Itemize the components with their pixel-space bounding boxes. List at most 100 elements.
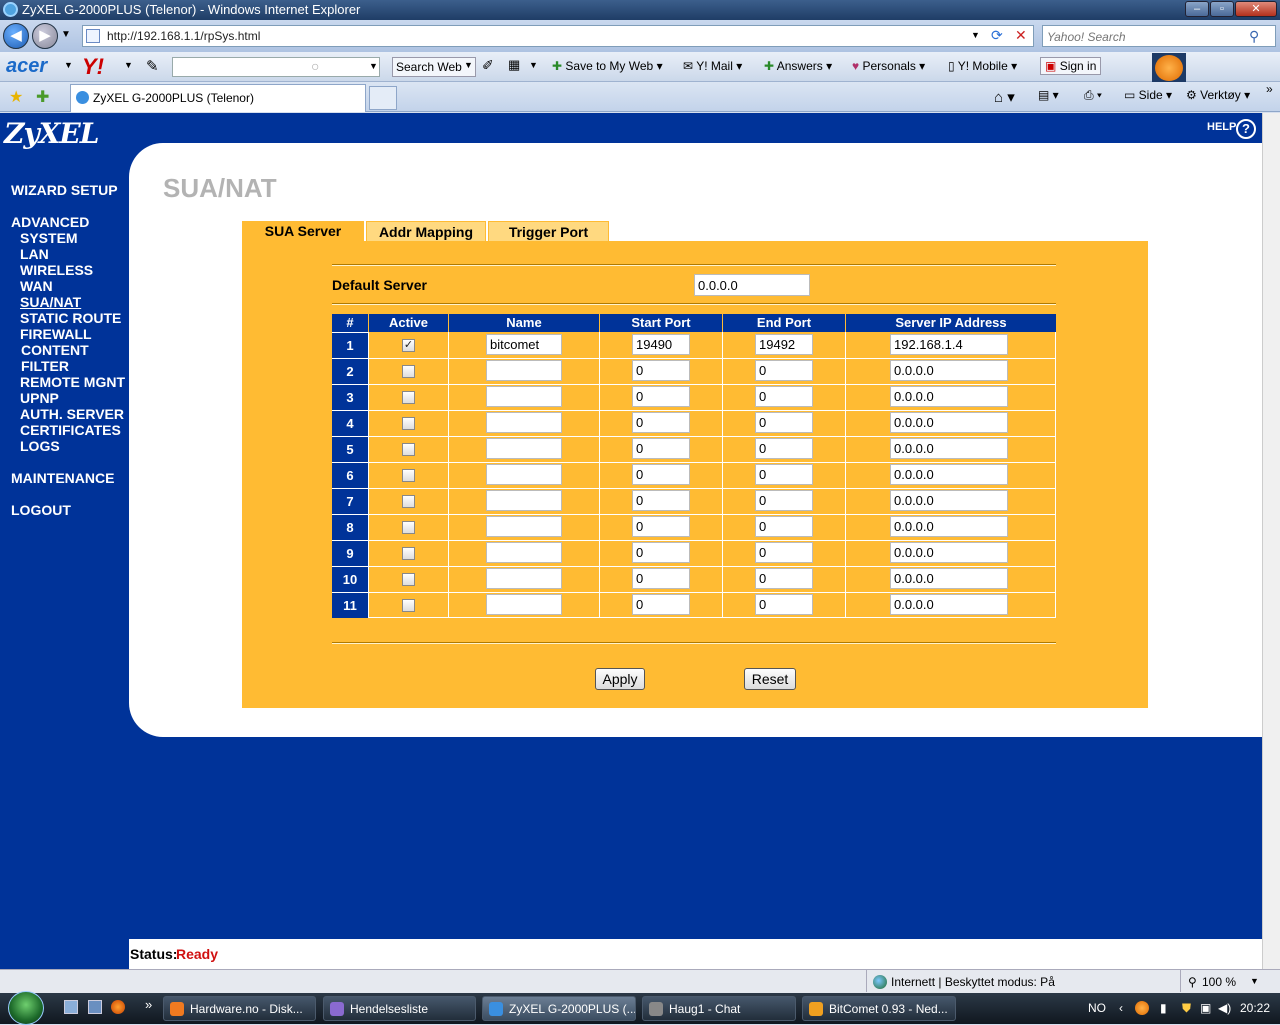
menu-auth-server[interactable]: AUTH. SERVER (20, 406, 124, 422)
refresh-icon[interactable]: ⟳ (991, 27, 1003, 44)
name-input[interactable] (486, 412, 562, 433)
search-dropdown-icon[interactable]: ▼ (369, 61, 378, 71)
server-ip-input[interactable] (890, 542, 1008, 563)
yahoo-search-box[interactable]: ⚲ (1042, 25, 1276, 47)
server-ip-input[interactable] (890, 568, 1008, 589)
end-port-input[interactable] (755, 360, 813, 381)
server-ip-input[interactable] (890, 464, 1008, 485)
page-menu-button[interactable]: ▭ Side ▾ (1124, 88, 1172, 102)
zoom-icon[interactable]: ⚲ (1188, 975, 1197, 989)
end-port-input[interactable] (755, 516, 813, 537)
yahoo-search-input[interactable] (1047, 28, 1247, 46)
active-checkbox[interactable] (402, 365, 415, 378)
name-input[interactable] (486, 464, 562, 485)
menu-remote-mgnt[interactable]: REMOTE MGNT (20, 374, 125, 390)
menu-upnp[interactable]: UPNP (20, 390, 59, 406)
zoom-level[interactable]: 100 % (1202, 975, 1236, 989)
favorites-star-icon[interactable]: ★ (9, 87, 23, 107)
yahoo-dropdown-icon[interactable]: ▼ (124, 60, 133, 70)
active-checkbox[interactable] (402, 599, 415, 612)
calendar-icon[interactable]: ▦ (508, 57, 520, 73)
name-input[interactable] (486, 594, 562, 615)
search-web-dropdown-icon[interactable]: ▼ (464, 60, 473, 70)
active-checkbox[interactable]: ✓ (402, 339, 415, 352)
chevron-icon[interactable]: » (1266, 82, 1273, 96)
taskbar-button[interactable]: Haug1 - Chat (642, 996, 796, 1021)
active-checkbox[interactable] (402, 495, 415, 508)
name-input[interactable] (486, 542, 562, 563)
taskbar-button[interactable]: BitComet 0.93 - Ned... (802, 996, 956, 1021)
help-icon[interactable]: ? (1236, 119, 1256, 139)
forward-button[interactable]: ▶ (32, 23, 58, 49)
menu-system[interactable]: SYSTEM (20, 230, 78, 246)
tools-menu-button[interactable]: ⚙ Verktøy ▾ (1186, 88, 1250, 102)
start-port-input[interactable] (632, 412, 690, 433)
menu-maintenance[interactable]: MAINTENANCE (11, 470, 114, 486)
language-indicator[interactable]: NO (1088, 1001, 1106, 1015)
calendar-dropdown-icon[interactable]: ▼ (529, 60, 538, 70)
menu-static-route[interactable]: STATIC ROUTE (20, 310, 121, 326)
server-ip-input[interactable] (890, 490, 1008, 511)
start-port-input[interactable] (632, 464, 690, 485)
sign-in-button[interactable]: ▣ Sign in (1040, 57, 1102, 75)
menu-firewall[interactable]: FIREWALL (20, 326, 92, 342)
name-input[interactable] (486, 360, 562, 381)
tray-expand-icon[interactable]: ‹ (1119, 1001, 1123, 1015)
taskbar-button[interactable]: ZyXEL G-2000PLUS (... (482, 996, 636, 1021)
name-input[interactable] (486, 334, 562, 355)
stop-icon[interactable]: ✕ (1015, 27, 1027, 44)
menu-certificates[interactable]: CERTIFICATES (20, 422, 121, 438)
ymail-button[interactable]: ✉ Y! Mail ▾ (683, 59, 742, 73)
active-checkbox[interactable] (402, 391, 415, 404)
pencil-icon[interactable]: ✎ (146, 57, 159, 75)
start-port-input[interactable] (632, 568, 690, 589)
end-port-input[interactable] (755, 542, 813, 563)
acer-logo[interactable]: acer (6, 55, 47, 78)
end-port-input[interactable] (755, 438, 813, 459)
tab-trigger-port[interactable]: Trigger Port (488, 221, 609, 241)
start-port-input[interactable] (632, 516, 690, 537)
server-ip-input[interactable] (890, 412, 1008, 433)
maximize-button[interactable]: ▫ (1210, 1, 1234, 17)
active-checkbox[interactable] (402, 417, 415, 430)
start-port-input[interactable] (632, 360, 690, 381)
help-link[interactable]: HELP (1207, 121, 1236, 133)
address-bar[interactable]: http://192.168.1.1/rpSys.html ▼ ⟳ ✕ (82, 25, 1034, 47)
server-ip-input[interactable] (890, 516, 1008, 537)
menu-logs[interactable]: LOGS (20, 438, 60, 454)
server-ip-input[interactable] (890, 386, 1008, 407)
menu-lan[interactable]: LAN (20, 246, 49, 262)
active-checkbox[interactable] (402, 469, 415, 482)
taskbar-button[interactable]: Hardware.no - Disk... (163, 996, 316, 1021)
name-input[interactable] (486, 516, 562, 537)
clock[interactable]: 20:22 (1240, 1001, 1270, 1015)
yahoo-logo[interactable]: Y! (82, 54, 104, 80)
answers-button[interactable]: ✚ Answers ▾ (764, 59, 832, 73)
personals-button[interactable]: ♥ Personals ▾ (852, 59, 925, 73)
end-port-input[interactable] (755, 568, 813, 589)
save-to-my-web-button[interactable]: ✚ Save to My Web ▾ (552, 59, 663, 73)
yahoo-widget-icon[interactable] (1152, 53, 1186, 83)
toolbar-search-input[interactable]: ○ ▼ (172, 57, 380, 77)
server-ip-input[interactable] (890, 594, 1008, 615)
server-ip-input[interactable] (890, 438, 1008, 459)
active-checkbox[interactable] (402, 547, 415, 560)
tray-network-icon[interactable]: ▮ (1160, 1001, 1167, 1015)
server-ip-input[interactable] (890, 334, 1008, 355)
end-port-input[interactable] (755, 594, 813, 615)
menu-content[interactable]: CONTENT (21, 342, 89, 358)
active-checkbox[interactable] (402, 573, 415, 586)
menu-filter[interactable]: FILTER (21, 358, 69, 374)
feeds-icon[interactable]: ▤ ▾ (1038, 88, 1059, 102)
menu-logout[interactable]: LOGOUT (11, 502, 71, 518)
start-port-input[interactable] (632, 594, 690, 615)
print-icon[interactable]: ⎙ ▾ (1084, 88, 1102, 103)
tray-app-icon[interactable] (1135, 1001, 1149, 1015)
start-port-input[interactable] (632, 542, 690, 563)
end-port-input[interactable] (755, 334, 813, 355)
back-button[interactable]: ◀ (3, 23, 29, 49)
tab-addr-mapping[interactable]: Addr Mapping (366, 221, 486, 241)
acer-dropdown-icon[interactable]: ▼ (64, 60, 73, 70)
home-icon[interactable]: ⌂ ▾ (994, 88, 1015, 106)
new-tab-button[interactable] (369, 86, 397, 110)
